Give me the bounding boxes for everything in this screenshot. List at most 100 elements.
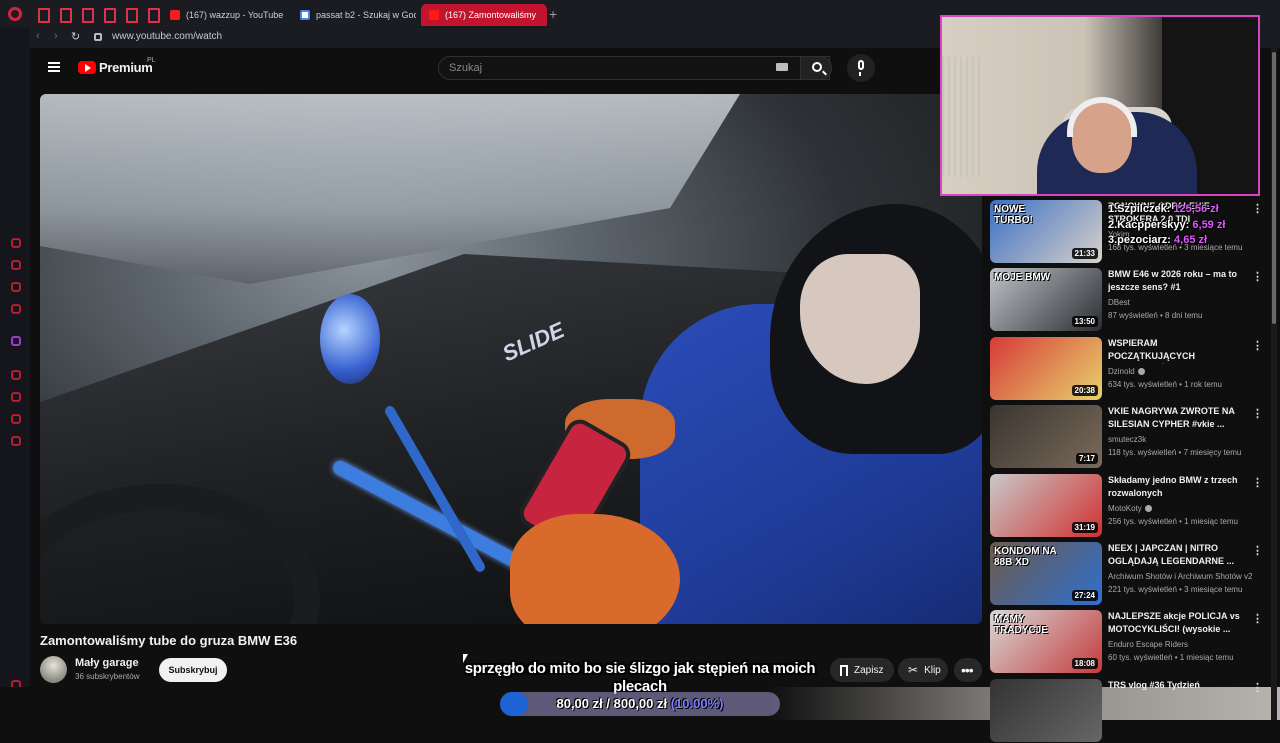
channel-name: Enduro Escape Riders xyxy=(1108,640,1189,649)
back-arrow-icon[interactable]: ‹ xyxy=(36,30,40,42)
google-icon xyxy=(300,10,310,20)
recommendation-item[interactable]: KONDOM NA 88B XD 27:24 NEEX | JAPCZAN | NI… xyxy=(990,542,1270,606)
recommendation-title[interactable]: VKIE NAGRYWA ZWROTE NA SILESIAN CYPHER #… xyxy=(1108,405,1246,431)
menu-hamburger-icon[interactable] xyxy=(48,62,60,72)
kebab-menu-icon[interactable]: ⋮ xyxy=(1252,476,1263,489)
recommendation-channel[interactable]: Archiwum Shotów i Archiwum Shotów v2 xyxy=(1108,572,1253,581)
recommendation-item[interactable]: MOJE BMW 13:50 BMW E46 w 2026 roku – ma to… xyxy=(990,268,1270,332)
sidebar-twitch-icon[interactable] xyxy=(11,336,21,346)
sidebar-history-icon[interactable] xyxy=(11,392,21,402)
kebab-menu-icon[interactable]: ⋮ xyxy=(1252,612,1263,625)
recommendation-item[interactable]: 20:38 WSPIERAM POCZĄTKUJĄCYCH STREAMERÓW!… xyxy=(990,337,1270,401)
sidebar-settings-icon[interactable] xyxy=(11,436,21,446)
forward-arrow-icon[interactable]: › xyxy=(54,30,58,42)
pinned-tab-pdf-icon[interactable] xyxy=(78,6,94,23)
recommendation-meta: 256 tys. wyświetleń • 1 miesiąc temu xyxy=(1108,517,1238,526)
kebab-menu-icon[interactable]: ⋮ xyxy=(1252,270,1263,283)
recommendation-item[interactable]: MAMY TRADYCJE 18:08 NAJLEPSZE akcje POLICJ… xyxy=(990,610,1270,674)
video-player[interactable]: SLIDE xyxy=(40,94,982,624)
channel-avatar[interactable] xyxy=(40,656,67,683)
kebab-menu-icon[interactable]: ⋮ xyxy=(1252,339,1263,352)
more-actions-button[interactable]: ••• xyxy=(954,658,982,682)
recommendation-item[interactable]: 7:17 VKIE NAGRYWA ZWROTE NA SILESIAN CYPH… xyxy=(990,405,1270,469)
tab-active-video[interactable]: (167) Zamontowaliśmy xyxy=(421,4,547,26)
clip-button[interactable]: ✂ Klip xyxy=(898,658,948,682)
brand-label[interactable]: Premium xyxy=(99,60,153,75)
thumbnail-caption: MAMY TRADYCJE xyxy=(994,614,1048,636)
new-tab-plus-icon[interactable]: + xyxy=(549,6,557,22)
kebab-menu-icon[interactable]: ⋮ xyxy=(1252,202,1263,215)
video-duration: 21:33 xyxy=(1071,248,1098,259)
recommendation-title[interactable]: WSPIERAM POCZĄTKUJĄCYCH STREAMERÓW! xyxy=(1108,337,1246,364)
tab-switcher-icon[interactable] xyxy=(34,6,50,23)
microphone-icon xyxy=(858,60,864,76)
recommendation-thumbnail[interactable]: MOJE BMW 13:50 xyxy=(990,268,1102,331)
recommendation-thumbnail[interactable]: 20:38 xyxy=(990,337,1102,400)
recommendation-title[interactable]: NEEX | JAPCZAN | NITRO OGLĄDAJĄ LEGENDAR… xyxy=(1108,542,1246,568)
lock-icon xyxy=(94,33,102,41)
tab-youtube-wazzup[interactable]: (167) wazzup - YouTube xyxy=(162,4,290,26)
recommendation-thumbnail[interactable]: 31:19 xyxy=(990,474,1102,537)
recommendation-channel[interactable]: Enduro Escape Riders xyxy=(1108,640,1188,649)
leaderboard-entry: 1.Szpilczek: 125,56 zł xyxy=(1108,203,1219,215)
pinned-tab-pdf-icon[interactable] xyxy=(144,6,160,23)
recommendation-channel[interactable]: DBest xyxy=(1108,298,1130,307)
webcam-overlay xyxy=(940,15,1260,196)
pinned-tab-pdf-icon[interactable] xyxy=(122,6,138,23)
recommendation-channel[interactable]: MotoKoty xyxy=(1108,504,1152,513)
browser-sidebar xyxy=(0,28,30,720)
recommendation-thumbnail[interactable]: MAMY TRADYCJE 18:08 xyxy=(990,610,1102,673)
voice-search-button[interactable] xyxy=(847,54,875,82)
kebab-menu-icon[interactable]: ⋮ xyxy=(1252,681,1263,694)
channel-subscribers: 36 subskrybentów xyxy=(75,672,140,681)
video-windshield xyxy=(40,94,740,284)
thumbnail-caption: KONDOM NA 88B XD xyxy=(994,546,1057,568)
webcam-cables xyxy=(942,57,982,177)
recommendation-title[interactable]: BMW E46 w 2026 roku – ma to jeszcze sens… xyxy=(1108,268,1246,294)
pinned-tab-pdf-icon[interactable] xyxy=(100,6,116,23)
channel-name: smutecz3k xyxy=(1108,435,1147,444)
keyboard-icon[interactable] xyxy=(776,63,788,71)
kebab-menu-icon[interactable]: ⋮ xyxy=(1252,407,1263,420)
youtube-icon xyxy=(170,10,180,20)
recommendation-thumbnail[interactable]: NOWE TURBO! 21:33 xyxy=(990,200,1102,263)
mouse-cursor-icon xyxy=(463,654,468,663)
subscribe-button[interactable]: Subskrybuj xyxy=(159,658,227,682)
channel-name: DBest xyxy=(1108,298,1130,307)
recommendation-channel[interactable]: Dzinold xyxy=(1108,367,1145,376)
pinned-tab-pdf-icon[interactable] xyxy=(56,6,72,23)
youtube-logo-icon[interactable] xyxy=(78,61,96,74)
recommendation-thumbnail[interactable] xyxy=(990,679,1102,742)
search-input[interactable]: Szukaj xyxy=(438,56,830,80)
search-button[interactable] xyxy=(800,56,832,80)
sidebar-shopping-icon[interactable] xyxy=(11,260,21,270)
recommendation-title[interactable]: TRS vlog #36 Tydzień xyxy=(1108,679,1246,692)
kebab-menu-icon[interactable]: ⋮ xyxy=(1252,544,1263,557)
sidebar-aria-icon[interactable] xyxy=(11,238,21,248)
recommendation-thumbnail[interactable]: KONDOM NA 88B XD 27:24 xyxy=(990,542,1102,605)
tab-google-search[interactable]: passat b2 - Szukaj w Goo xyxy=(292,4,416,26)
reload-icon[interactable]: ↻ xyxy=(71,30,80,43)
sidebar-messenger-icon[interactable] xyxy=(11,282,21,292)
recommendation-meta: 60 tys. wyświetleń • 1 miesiąc temu xyxy=(1108,653,1234,662)
channel-name[interactable]: Mały garage xyxy=(75,657,139,669)
recommendation-item[interactable]: TRS vlog #36 Tydzień ⋮ xyxy=(990,679,1270,743)
sidebar-whatsapp-icon[interactable] xyxy=(11,304,21,314)
video-duration: 20:38 xyxy=(1071,385,1098,396)
recommendation-channel[interactable]: smutecz3k xyxy=(1108,435,1146,444)
recommendation-title[interactable]: Składamy jedno BMW z trzech rozwalonych xyxy=(1108,474,1246,500)
bookmark-icon xyxy=(840,664,848,676)
opera-logo-icon[interactable] xyxy=(8,7,22,21)
sidebar-player-icon[interactable] xyxy=(11,370,21,380)
recommendation-meta: 221 tys. wyświetleń • 3 miesiące temu xyxy=(1108,585,1243,594)
recommendation-item[interactable]: 31:19 Składamy jedno BMW z trzech rozwalo… xyxy=(990,474,1270,538)
url-field[interactable]: www.youtube.com/watch xyxy=(112,31,222,42)
search-icon xyxy=(812,62,822,72)
video-duration: 7:17 xyxy=(1075,453,1098,464)
sidebar-pinboard-icon[interactable] xyxy=(11,414,21,424)
recommendation-thumbnail[interactable]: 7:17 xyxy=(990,405,1102,468)
recommendation-title[interactable]: NAJLEPSZE akcje POLICJA vs MOTOCYKLIŚCI!… xyxy=(1108,610,1246,636)
scrollbar-thumb[interactable] xyxy=(1272,52,1276,324)
scissors-icon: ✂ xyxy=(908,663,919,677)
recommendation-meta: 87 wyświetleń • 8 dni temu xyxy=(1108,311,1203,320)
